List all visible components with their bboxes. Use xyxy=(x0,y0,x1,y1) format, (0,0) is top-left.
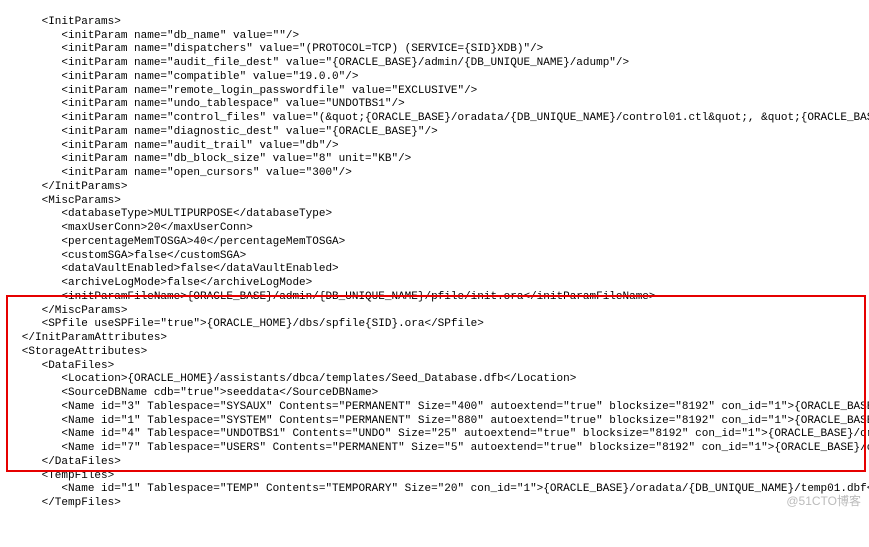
code-line: <initParam name="db_block_size" value="8… xyxy=(2,153,411,165)
code-line: <SourceDBName cdb="true">seeddata</Sourc… xyxy=(2,387,378,399)
code-line: <Location>{ORACLE_HOME}/assistants/dbca/… xyxy=(2,373,576,385)
code-line: <initParam name="control_files" value="(… xyxy=(2,112,869,124)
code-line: </InitParams> xyxy=(2,181,127,193)
code-line: <StorageAttributes> xyxy=(2,346,147,358)
code-line: <initParamFileName>{ORACLE_BASE}/admin/{… xyxy=(2,291,656,303)
code-line: <MiscParams> xyxy=(2,195,121,207)
code-line: <InitParams> xyxy=(2,16,121,28)
code-line: <initParam name="dispatchers" value="(PR… xyxy=(2,43,543,55)
code-line: <SPfile useSPFile="true">{ORACLE_HOME}/d… xyxy=(2,318,484,330)
code-line: <Name id="3" Tablespace="SYSAUX" Content… xyxy=(2,401,869,413)
code-line: <TempFiles> xyxy=(2,470,114,482)
code-line: </MiscParams> xyxy=(2,305,127,317)
code-line: <initParam name="open_cursors" value="30… xyxy=(2,167,352,179)
code-line: <customSGA>false</customSGA> xyxy=(2,250,246,262)
code-line: <initParam name="undo_tablespace" value=… xyxy=(2,98,405,110)
code-line: <initParam name="db_name" value=""/> xyxy=(2,30,299,42)
code-line: <Name id="1" Tablespace="SYSTEM" Content… xyxy=(2,415,869,427)
code-line: <Name id="1" Tablespace="TEMP" Contents=… xyxy=(2,483,869,495)
xml-code-block: <InitParams> <initParam name="db_name" v… xyxy=(0,0,869,513)
code-line: <initParam name="diagnostic_dest" value=… xyxy=(2,126,438,138)
code-line: </TempFiles> xyxy=(2,497,121,509)
code-line: <archiveLogMode>false</archiveLogMode> xyxy=(2,277,312,289)
code-line: <percentageMemTOSGA>40</percentageMemTOS… xyxy=(2,236,345,248)
code-line: <Name id="7" Tablespace="USERS" Contents… xyxy=(2,442,869,454)
code-line: <initParam name="compatible" value="19.0… xyxy=(2,71,358,83)
watermark-text: @51CTO博客 xyxy=(786,494,861,509)
code-line: <databaseType>MULTIPURPOSE</databaseType… xyxy=(2,208,332,220)
code-line: <initParam name="remote_login_passwordfi… xyxy=(2,85,477,97)
code-line: <maxUserConn>20</maxUserConn> xyxy=(2,222,253,234)
code-line: <dataVaultEnabled>false</dataVaultEnable… xyxy=(2,263,339,275)
code-line: <initParam name="audit_trail" value="db"… xyxy=(2,140,339,152)
code-line: </InitParamAttributes> xyxy=(2,332,167,344)
code-line: <initParam name="audit_file_dest" value=… xyxy=(2,57,629,69)
code-line: </DataFiles> xyxy=(2,456,121,468)
code-line: <Name id="4" Tablespace="UNDOTBS1" Conte… xyxy=(2,428,869,440)
code-line: <DataFiles> xyxy=(2,360,114,372)
